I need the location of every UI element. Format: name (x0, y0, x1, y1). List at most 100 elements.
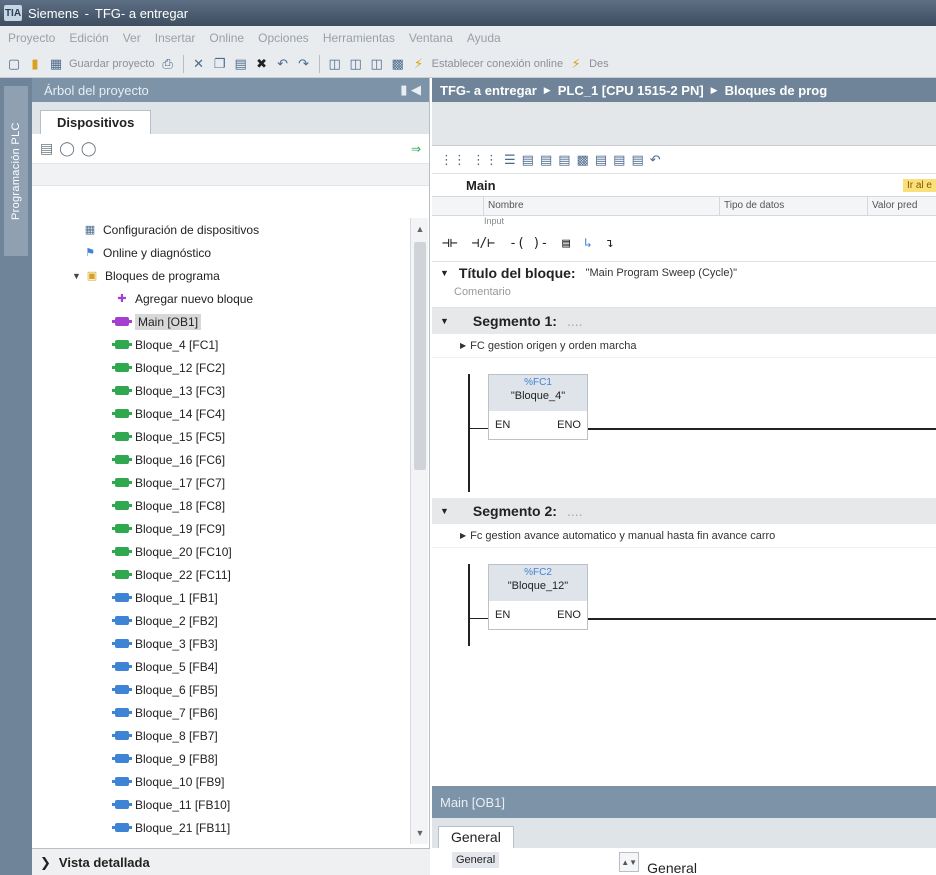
interface-icon[interactable]: ▤ (631, 152, 643, 168)
scrollbar-thumb[interactable] (414, 242, 426, 470)
close-branch-icon[interactable]: ↴ (606, 236, 614, 251)
open-project-icon[interactable]: ▮ (27, 56, 43, 72)
tree-item-main-ob1[interactable]: Main [OB1] (32, 310, 408, 333)
monitor-icon[interactable]: ▤ (595, 152, 607, 168)
new-project-icon[interactable]: ▢ (6, 56, 22, 72)
tree-item-block[interactable]: Bloque_22 [FC11] (32, 563, 408, 586)
tree-item-block[interactable]: Bloque_14 [FC4] (32, 402, 408, 425)
insert-network-icon[interactable]: ⋮⋮ (440, 152, 466, 168)
menu-herramientas[interactable]: Herramientas (323, 31, 395, 45)
tree-item-block[interactable]: Bloque_20 [FC10] (32, 540, 408, 563)
tree-item-block[interactable]: Bloque_17 [FC7] (32, 471, 408, 494)
tree-item-block[interactable]: Bloque_6 [FB5] (32, 678, 408, 701)
interface-row-input[interactable]: Input (432, 216, 936, 226)
collapse-triangle-icon[interactable]: ▼ (440, 268, 449, 278)
download-icon[interactable]: ◫ (348, 56, 364, 72)
go-forward-icon[interactable]: ◯ (81, 140, 97, 157)
go-to-error-badge[interactable]: Ir al e (902, 178, 936, 192)
block-comment[interactable]: Comentario (432, 284, 936, 308)
expand-triangle-icon[interactable]: ▶ (460, 531, 466, 540)
tree-item-block[interactable]: Bloque_9 [FB8] (32, 747, 408, 770)
comment-network-icon[interactable]: ▩ (577, 152, 589, 168)
tree-item-device-config[interactable]: ▦ Configuración de dispositivos (32, 218, 408, 241)
compare-icon[interactable]: ▤ (613, 152, 625, 168)
menu-insertar[interactable]: Insertar (155, 31, 196, 45)
go-online-button[interactable]: Establecer conexión online (432, 58, 563, 70)
empty-box-icon[interactable]: ▤ (562, 236, 570, 251)
project-tree-scrollbar[interactable]: ▲ ▼ (410, 218, 428, 844)
tree-item-block[interactable]: Bloque_13 [FC3] (32, 379, 408, 402)
tree-item-block[interactable]: Bloque_15 [FC5] (32, 425, 408, 448)
save-project-button[interactable]: Guardar proyecto (69, 58, 155, 70)
properties-nav-general[interactable]: General (452, 852, 500, 868)
menu-online[interactable]: Online (209, 31, 244, 45)
breadcrumb-project[interactable]: TFG- a entregar (440, 83, 537, 98)
redo-icon[interactable]: ↷ (296, 56, 312, 72)
detail-view-toggle[interactable]: ❯ Vista detallada (32, 848, 430, 875)
tree-item-block[interactable]: Bloque_2 [FB2] (32, 609, 408, 632)
go-offline-button[interactable]: Des (589, 58, 609, 70)
segment-2-comment[interactable]: ▶ Fc gestion avance automatico y manual … (432, 524, 936, 548)
tree-item-add-block[interactable]: ✚ Agregar nuevo bloque (32, 287, 408, 310)
tree-item-block[interactable]: Bloque_18 [FC8] (32, 494, 408, 517)
menu-edicion[interactable]: Edición (69, 31, 108, 45)
tree-item-block[interactable]: Bloque_3 [FB3] (32, 632, 408, 655)
fc1-call-box[interactable]: %FC1 "Bloque_4" EN ENO (488, 374, 588, 440)
tree-item-program-blocks[interactable]: ▼ ▣ Bloques de programa (32, 264, 408, 287)
collapse-panel-icon[interactable]: ▮ ◀ (400, 82, 421, 98)
fc2-call-box[interactable]: %FC2 "Bloque_12" EN ENO (488, 564, 588, 630)
expand-section-icon[interactable]: ▲▼ (619, 852, 640, 872)
coil-icon[interactable]: -( )- (509, 236, 548, 251)
copy-icon[interactable]: ❐ (212, 56, 228, 72)
tree-item-block[interactable]: Bloque_12 [FC2] (32, 356, 408, 379)
block-title-value[interactable]: "Main Program Sweep (Cycle)" (586, 267, 737, 279)
paste-icon[interactable]: ▤ (233, 56, 249, 72)
go-back-icon[interactable]: ◯ (59, 140, 75, 157)
tab-dispositivos[interactable]: Dispositivos (40, 110, 152, 134)
tree-item-block[interactable]: Bloque_19 [FC9] (32, 517, 408, 540)
open-branch-icon[interactable]: ↳ (584, 236, 592, 251)
compile-icon[interactable]: ◫ (327, 56, 343, 72)
no-contact-icon[interactable]: ⊣⊢ (442, 236, 458, 251)
insert-row-icon[interactable]: ☰ (504, 152, 516, 168)
tree-item-block[interactable]: Bloque_10 [FB9] (32, 770, 408, 793)
scroll-down-icon[interactable]: ▼ (411, 824, 429, 842)
tree-item-block[interactable]: Bloque_5 [FB4] (32, 655, 408, 678)
collapse-triangle-icon[interactable]: ▼ (440, 316, 449, 326)
menu-ayuda[interactable]: Ayuda (467, 31, 501, 45)
go-offline-icon[interactable]: ⚡ (568, 56, 584, 72)
upload-icon[interactable]: ◫ (369, 56, 385, 72)
tree-item-block[interactable]: Bloque_21 [FB11] (32, 816, 408, 839)
sync-icon[interactable]: ⇒ (411, 142, 421, 156)
undo-icon[interactable]: ↶ (275, 56, 291, 72)
menu-opciones[interactable]: Opciones (258, 31, 309, 45)
tab-programacion-plc[interactable]: Programación PLC (4, 86, 28, 256)
tree-view-icon[interactable]: ▤ (40, 140, 53, 157)
favorites-icon[interactable]: ▤ (558, 152, 570, 168)
delete-network-icon[interactable]: ⋮⋮ (472, 152, 498, 168)
go-online-icon[interactable]: ⚡ (411, 56, 427, 72)
tree-item-block[interactable]: Bloque_11 [FB10] (32, 793, 408, 816)
nc-contact-icon[interactable]: ⊣/⊢ (472, 236, 495, 251)
breadcrumb-blocks[interactable]: Bloques de prog (725, 83, 828, 98)
print-icon[interactable]: ⎙ (160, 56, 176, 72)
absolute-operands-icon[interactable]: ▤ (522, 152, 534, 168)
expand-arrow-icon[interactable]: ▼ (72, 271, 82, 281)
breadcrumb-plc[interactable]: PLC_1 [CPU 1515-2 PN] (558, 83, 704, 98)
simulation-icon[interactable]: ▩ (390, 56, 406, 72)
tree-item-block[interactable]: Bloque_7 [FB6] (32, 701, 408, 724)
networks-open-icon[interactable]: ▤ (540, 152, 552, 168)
segment-2-title-field[interactable]: .... (567, 503, 583, 519)
tree-item-block[interactable]: Bloque_1 [FB1] (32, 586, 408, 609)
menu-ver[interactable]: Ver (123, 31, 141, 45)
tab-general[interactable]: General (438, 826, 514, 848)
tree-item-online-diag[interactable]: ⚑ Online y diagnóstico (32, 241, 408, 264)
tree-item-block[interactable]: Bloque_8 [FB7] (32, 724, 408, 747)
menu-proyecto[interactable]: Proyecto (8, 31, 55, 45)
menu-ventana[interactable]: Ventana (409, 31, 453, 45)
go-to-error-icon[interactable]: ↶ (650, 152, 661, 168)
save-icon[interactable]: ▦ (48, 56, 64, 72)
tree-item-block[interactable]: Bloque_16 [FC6] (32, 448, 408, 471)
tree-item-block[interactable]: Bloque_4 [FC1] (32, 333, 408, 356)
expand-triangle-icon[interactable]: ▶ (460, 341, 466, 350)
